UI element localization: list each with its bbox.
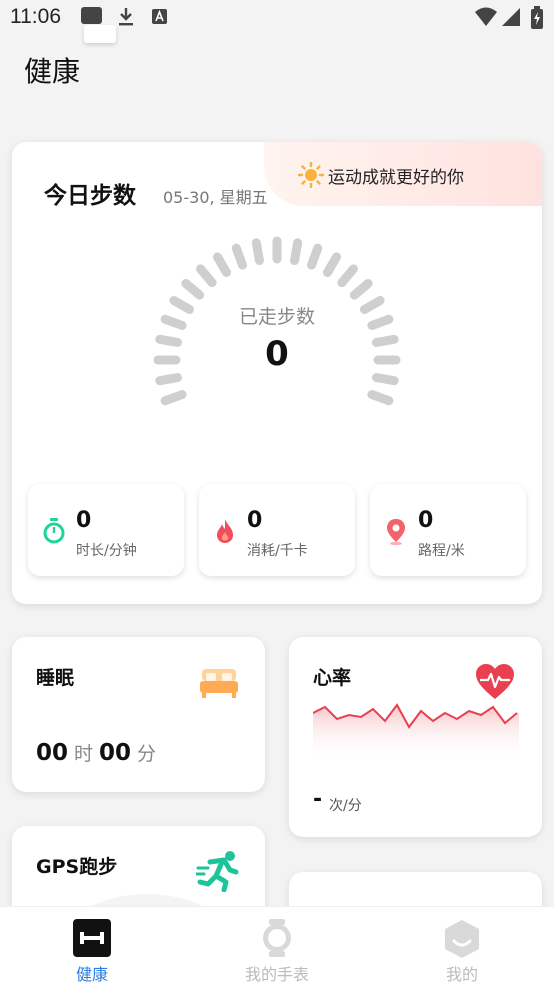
download-icon xyxy=(119,8,133,26)
gauge-tick xyxy=(371,373,399,386)
app-notification-icon xyxy=(152,9,167,24)
gauge-tick xyxy=(155,373,183,386)
heart-icon xyxy=(476,664,514,699)
runner-icon xyxy=(196,851,239,892)
heart-rate-unit: 次/分 xyxy=(329,798,362,814)
gauge-tick xyxy=(290,238,303,266)
page-title: 健康 xyxy=(24,55,81,88)
battery-charging-icon xyxy=(531,6,543,29)
health-tab-icon xyxy=(73,919,111,957)
heart-rate-title: 心率 xyxy=(313,667,352,689)
gauge-tick xyxy=(323,252,341,278)
gauge-tick xyxy=(213,252,231,278)
steps-value: 0 xyxy=(265,334,289,374)
sleep-duration: 00 时 00 分 xyxy=(36,739,162,766)
sleep-minutes: 00 xyxy=(99,740,132,766)
gauge-tick xyxy=(251,238,264,266)
gauge-tick xyxy=(160,390,187,406)
nav-health[interactable]: 健康 xyxy=(0,907,184,985)
watch-icon xyxy=(263,919,291,957)
nav-profile-label: 我的 xyxy=(445,965,478,984)
gauge-tick xyxy=(196,264,217,288)
flame-icon xyxy=(217,519,233,543)
duration-metric[interactable]: 0 时长/分钟 xyxy=(28,484,184,576)
heart-rate-value: - xyxy=(313,787,323,812)
duration-label: 时长/分钟 xyxy=(76,543,137,559)
distance-metric[interactable]: 0 路程/米 xyxy=(370,484,526,576)
duration-value: 0 xyxy=(76,508,92,533)
nav-profile[interactable]: 我的 xyxy=(370,907,554,985)
gauge-tick xyxy=(181,279,205,300)
gauge-tick xyxy=(231,243,247,270)
steps-gauge xyxy=(153,236,401,406)
location-pin-icon xyxy=(387,519,405,546)
bottom-nav: 健康 我的手表 我的 xyxy=(0,906,554,985)
gauge-label: 已走步数 xyxy=(238,306,315,328)
notification-popup xyxy=(84,25,116,43)
status-time: 11:06 xyxy=(10,5,61,28)
sleep-title: 睡眠 xyxy=(36,667,75,689)
signal-icon xyxy=(502,8,520,26)
distance-value: 0 xyxy=(418,508,434,533)
steps-card[interactable]: 运动成就更好的你 今日步数 05-30, 星期五 已走步数 0 0 时长/分钟 … xyxy=(12,142,542,604)
sleep-hours: 00 xyxy=(36,740,69,766)
gauge-tick xyxy=(337,264,358,288)
calories-value: 0 xyxy=(247,508,263,533)
wifi-icon xyxy=(475,7,497,26)
nav-health-label: 健康 xyxy=(75,965,108,984)
calories-label: 消耗/千卡 xyxy=(247,543,308,559)
bed-icon xyxy=(200,669,238,698)
gauge-tick xyxy=(307,243,323,270)
heart-rate-chart xyxy=(313,703,519,761)
profile-icon xyxy=(445,920,479,958)
distance-label: 路程/米 xyxy=(418,543,465,559)
gps-run-title: GPS跑步 xyxy=(36,856,118,878)
sleep-minute-unit: 分 xyxy=(137,743,157,765)
heart-rate-card[interactable]: 心率 - 次/分 xyxy=(289,637,542,837)
gauge-tick xyxy=(367,390,394,406)
nav-watch-label: 我的手表 xyxy=(244,965,309,984)
timer-icon xyxy=(43,518,65,544)
calories-metric[interactable]: 0 消耗/千卡 xyxy=(199,484,355,576)
nav-watch[interactable]: 我的手表 xyxy=(185,907,369,985)
status-bar: 11:06 xyxy=(0,0,554,43)
sleep-hour-unit: 时 xyxy=(74,743,94,765)
sleep-card[interactable]: 睡眠 00 时 00 分 xyxy=(12,637,265,792)
gauge-tick xyxy=(349,279,373,300)
